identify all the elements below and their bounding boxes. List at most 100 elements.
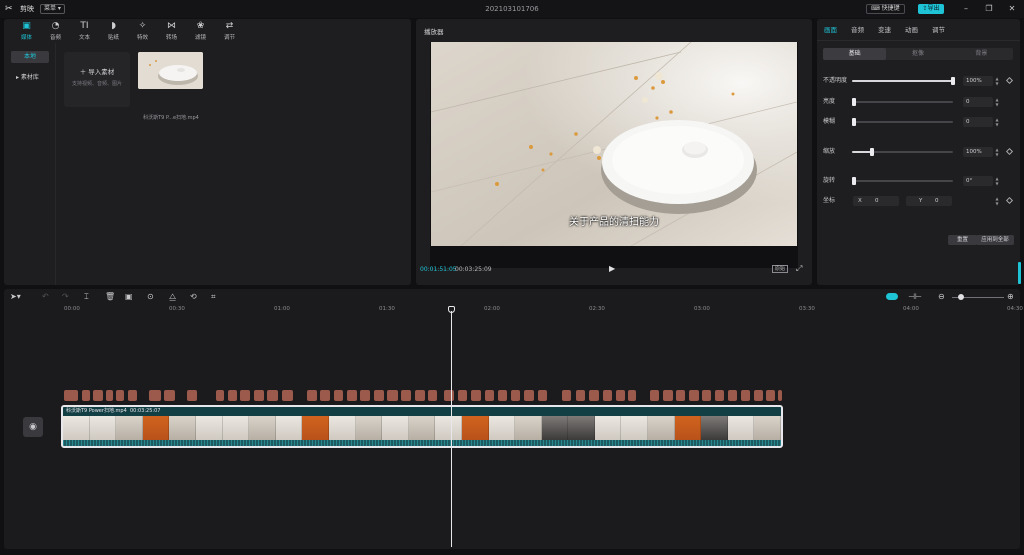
tab-audio-props[interactable]: 音频 — [851, 19, 878, 40]
rotate-slider[interactable] — [852, 177, 953, 185]
text-clip[interactable] — [164, 390, 175, 401]
position-x-field[interactable]: X 0 — [853, 196, 899, 206]
brightness-value[interactable]: 0 — [963, 97, 993, 107]
zoom-in-icon[interactable]: ⊕ — [1007, 291, 1014, 303]
tab-sticker[interactable]: ◗ 贴纸 — [99, 19, 128, 43]
opacity-value[interactable]: 100% — [963, 76, 993, 86]
subtab-background[interactable]: 背景 — [950, 48, 1013, 60]
text-clip[interactable] — [628, 390, 636, 401]
text-clip[interactable] — [334, 390, 343, 401]
auto-snap-toggle[interactable] — [886, 293, 898, 300]
brightness-stepper[interactable]: ▲ ▼ — [994, 97, 1000, 107]
text-clip[interactable] — [320, 390, 330, 401]
rotate-stepper[interactable]: ▲ ▼ — [994, 176, 1000, 186]
track-cover-icon[interactable]: ◉ — [23, 417, 43, 437]
select-cursor-icon[interactable]: ➤▾ — [10, 292, 21, 302]
text-clip[interactable] — [498, 390, 507, 401]
text-clip[interactable] — [524, 390, 534, 401]
fullscreen-icon[interactable]: ⤢ — [796, 264, 802, 274]
text-clip[interactable] — [562, 390, 571, 401]
scale-keyframe-icon[interactable] — [1005, 147, 1014, 156]
crop-icon[interactable]: ⌗ — [211, 292, 216, 302]
text-clip[interactable] — [216, 390, 224, 401]
text-clip[interactable] — [93, 390, 103, 401]
preview-axis-icon[interactable]: ⊣⊢ — [908, 291, 922, 303]
text-clip[interactable] — [128, 390, 137, 401]
text-clip[interactable] — [471, 390, 481, 401]
scale-slider[interactable] — [852, 148, 953, 156]
text-clip[interactable] — [307, 390, 317, 401]
import-media-button[interactable]: ＋ 导入素材 支持视频、音频、图片 — [64, 52, 130, 107]
tab-picture[interactable]: 画面 — [824, 19, 851, 40]
blur-stepper[interactable]: ▲ ▼ — [994, 117, 1000, 127]
text-clip[interactable] — [387, 390, 398, 401]
scale-stepper[interactable]: ▲ ▼ — [994, 147, 1000, 157]
text-clip[interactable] — [444, 390, 454, 401]
sidebar-item-local[interactable]: 本地 — [11, 51, 49, 63]
properties-scrollbar[interactable] — [1018, 262, 1021, 284]
opacity-slider[interactable] — [852, 77, 955, 85]
export-button[interactable]: ⇪导出 — [918, 4, 944, 14]
text-clip[interactable] — [282, 390, 293, 401]
rotate-value[interactable]: 0° — [963, 176, 993, 186]
zoom-out-icon[interactable]: ⊖ — [938, 291, 945, 303]
opacity-keyframe-icon[interactable] — [1005, 76, 1014, 85]
text-clip[interactable] — [715, 390, 724, 401]
text-clip[interactable] — [676, 390, 685, 401]
rotate-icon[interactable]: ⟲ — [190, 292, 197, 302]
text-clip[interactable] — [616, 390, 625, 401]
video-clip[interactable]: 科沃斯T9 Power扫地.mp4 00:03:25:07 — [61, 405, 783, 448]
split-icon[interactable]: ⌶ — [84, 292, 89, 302]
reset-button[interactable]: 重置 — [948, 235, 977, 245]
media-thumbnail[interactable] — [138, 52, 203, 89]
text-clip[interactable] — [428, 390, 437, 401]
text-clip[interactable] — [187, 390, 197, 401]
subtab-cutout[interactable]: 抠像 — [886, 48, 949, 60]
video-frame[interactable]: 关于产品的清扫能力 — [431, 42, 797, 246]
scale-value[interactable]: 100% — [963, 147, 993, 157]
undo-icon[interactable]: ↶ — [42, 292, 49, 302]
text-clip[interactable] — [576, 390, 585, 401]
text-clip[interactable] — [116, 390, 124, 401]
sidebar-item-library[interactable]: ▸ 素材库 — [11, 72, 49, 84]
position-y-field[interactable]: Y 0 — [906, 196, 952, 206]
text-clip[interactable] — [538, 390, 547, 401]
menu-button[interactable]: 菜单 ▾ — [40, 4, 65, 14]
tab-animation[interactable]: 动画 — [905, 19, 932, 40]
text-clip[interactable] — [82, 390, 90, 401]
text-clip[interactable] — [458, 390, 467, 401]
tab-adjust-props[interactable]: 调节 — [932, 19, 959, 40]
text-clip[interactable] — [415, 390, 425, 401]
text-clip[interactable] — [228, 390, 237, 401]
text-clip[interactable] — [64, 390, 78, 401]
maximize-icon[interactable]: ❐ — [983, 3, 995, 15]
tab-adjust[interactable]: ⇄ 调节 — [215, 19, 244, 43]
reverse-icon[interactable]: ⊙ — [147, 292, 154, 302]
mirror-icon[interactable]: ⧋ — [169, 292, 176, 302]
text-clip[interactable] — [741, 390, 750, 401]
aspect-ratio-button[interactable]: 原始 — [772, 265, 788, 273]
blur-slider[interactable] — [852, 118, 953, 126]
text-clip[interactable] — [254, 390, 264, 401]
text-clip[interactable] — [485, 390, 494, 401]
apply-to-all-button[interactable]: 应用到全部 — [976, 235, 1014, 245]
play-icon[interactable]: ▶ — [609, 264, 615, 273]
text-clip[interactable] — [603, 390, 612, 401]
blur-value[interactable]: 0 — [963, 117, 993, 127]
subtab-basic[interactable]: 基础 — [823, 48, 887, 60]
text-clip[interactable] — [267, 390, 278, 401]
text-clip[interactable] — [589, 390, 599, 401]
position-keyframe-icon[interactable] — [1005, 196, 1014, 205]
text-clip[interactable] — [663, 390, 673, 401]
opacity-stepper[interactable]: ▲ ▼ — [994, 76, 1000, 86]
tab-media[interactable]: ▣ 媒体 — [12, 19, 41, 43]
text-clip[interactable] — [778, 390, 782, 401]
text-clip[interactable] — [374, 390, 384, 401]
text-clip[interactable] — [766, 390, 775, 401]
minimize-icon[interactable]: – — [960, 3, 972, 15]
text-clip[interactable] — [360, 390, 370, 401]
text-clip[interactable] — [702, 390, 711, 401]
text-clip[interactable] — [106, 390, 113, 401]
text-clip[interactable] — [347, 390, 357, 401]
tab-effect[interactable]: ✧ 特效 — [128, 19, 157, 43]
